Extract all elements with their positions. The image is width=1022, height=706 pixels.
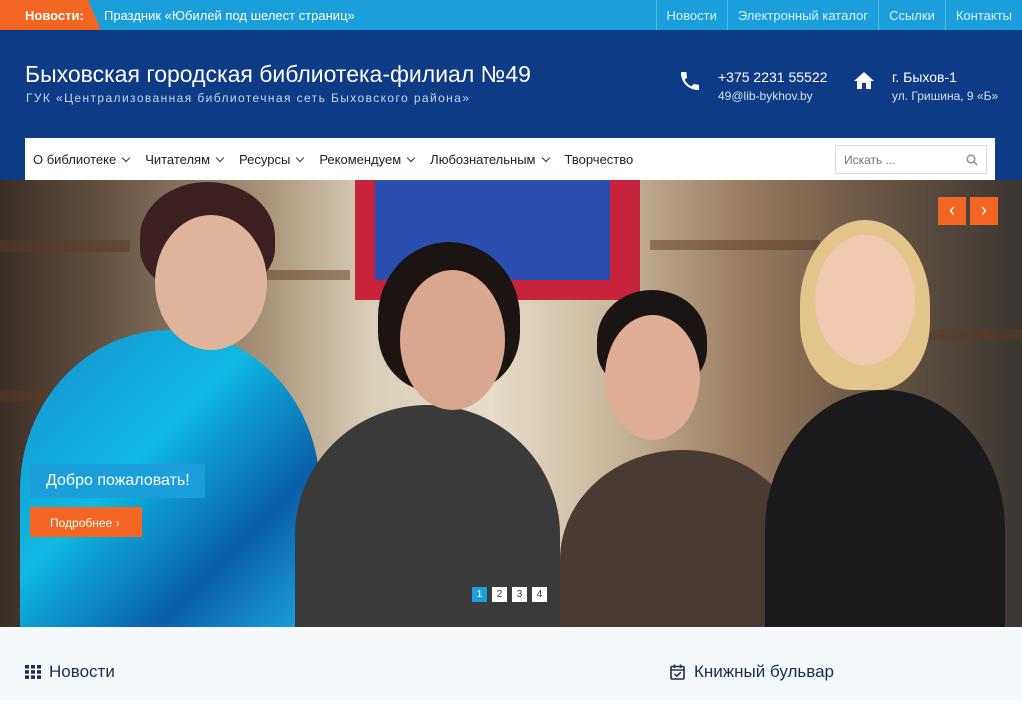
slider-page-3[interactable]: 3 [512, 587, 527, 602]
slider-prev-button[interactable]: ‹ [938, 197, 966, 225]
boulevard-section-title: Книжный бульвар [694, 662, 835, 681]
chevron-down-icon [121, 153, 131, 163]
news-ticker-text[interactable]: Праздник «Юбилей под шелест страниц» [104, 8, 355, 23]
site-subtitle: ГУК «Централизованная библиотечная сеть … [26, 91, 471, 105]
site-title[interactable]: Быховская городская библиотека-филиал №4… [25, 61, 531, 88]
address-contact: г. Быхов-1 ул. Гришина, 9 «Б» [852, 69, 1002, 109]
news-section-title: Новости [49, 662, 115, 681]
search-box [835, 145, 987, 174]
content-area [0, 700, 1022, 706]
city-name: г. Быхов-1 [892, 69, 957, 85]
slider-next-button[interactable]: › [970, 197, 998, 225]
nav-item-recommend[interactable]: Рекомендуем [311, 138, 422, 180]
top-link-catalog[interactable]: Электронный каталог [726, 0, 878, 30]
chevron-down-icon [215, 153, 225, 163]
read-more-button[interactable]: Подробнее › [30, 507, 142, 537]
search-input[interactable] [836, 146, 956, 173]
slide-caption: Добро пожаловать! [30, 464, 205, 498]
top-bar: Новости: Праздник «Юбилей под шелест стр… [0, 0, 1022, 30]
phone-icon [681, 72, 699, 90]
slider-page-4[interactable]: 4 [532, 587, 547, 602]
chevron-down-icon [296, 153, 305, 163]
nav-item-readers[interactable]: Читателям [137, 138, 231, 180]
top-link-contacts[interactable]: Контакты [944, 0, 1022, 30]
hero-slider-image [0, 180, 1022, 627]
street-address: ул. Гришина, 9 «Б» [892, 89, 999, 103]
nav-item-creativity[interactable]: Творчество [557, 138, 642, 180]
phone-contact: +375 2231 55522 49@lib-bykhov.by [678, 69, 838, 109]
news-ticker-label: Новости: [0, 0, 101, 30]
top-link-news[interactable]: Новости [655, 0, 727, 30]
main-navigation: О библиотеке Читателям Ресурсы Рекоменду… [25, 138, 995, 180]
email-address[interactable]: 49@lib-bykhov.by [718, 89, 813, 103]
nav-item-about[interactable]: О библиотеке [25, 138, 137, 180]
top-links: Новости Электронный каталог Ссылки Конта… [655, 0, 1022, 30]
nav-item-curious[interactable]: Любознательным [422, 138, 556, 180]
home-icon [854, 72, 874, 89]
slider-page-2[interactable]: 2 [492, 587, 507, 602]
chevron-down-icon [541, 153, 550, 163]
slider-pagination: 1 2 3 4 [472, 587, 552, 602]
search-icon[interactable] [966, 154, 978, 166]
slider-page-1[interactable]: 1 [472, 587, 487, 602]
nav-item-resources[interactable]: Ресурсы [231, 138, 311, 180]
grid-icon [25, 665, 41, 679]
top-link-links[interactable]: Ссылки [878, 0, 945, 30]
phone-number[interactable]: +375 2231 55522 [718, 69, 827, 85]
chevron-down-icon [406, 153, 416, 163]
calendar-check-icon [670, 664, 685, 680]
